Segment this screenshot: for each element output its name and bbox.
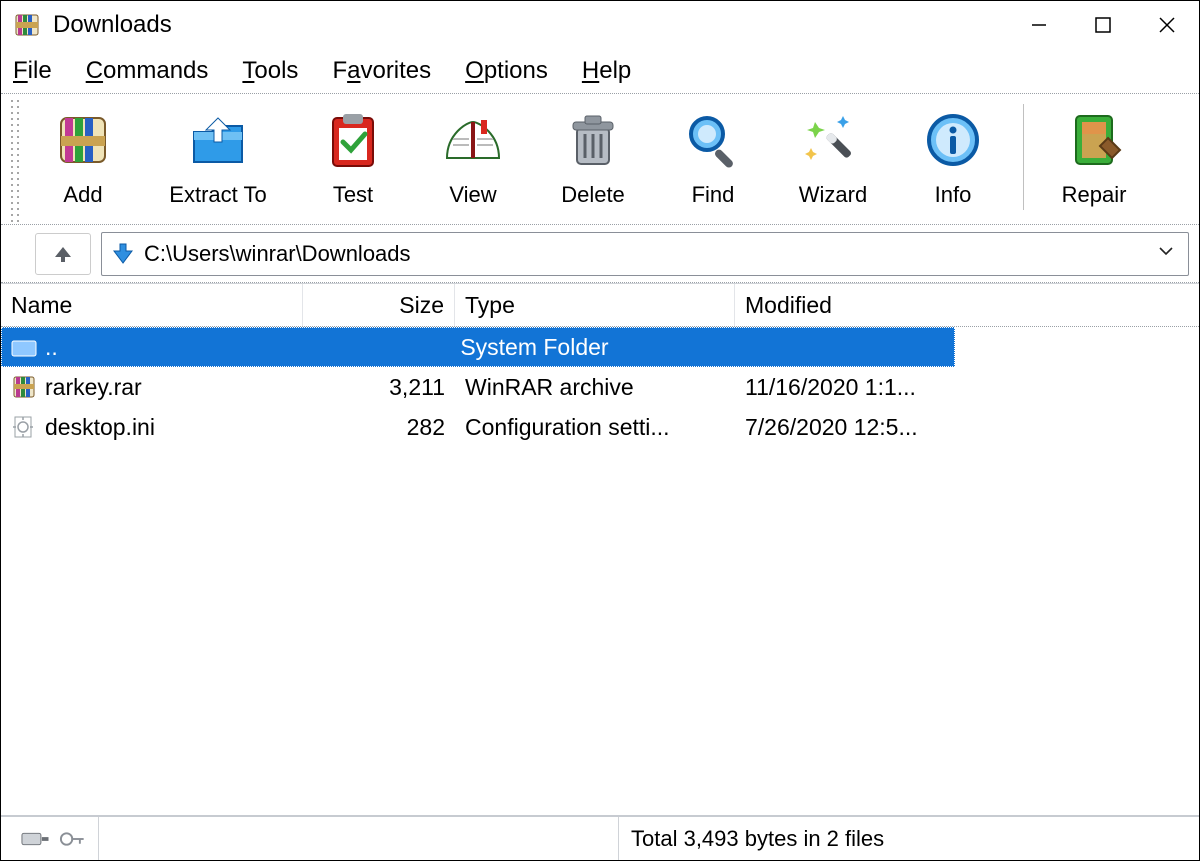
title-bar: Downloads [1,1,1199,49]
toolbar-label: Test [293,182,413,208]
toolbar-separator [1023,104,1024,210]
view-icon [413,102,533,178]
down-arrow-icon [110,241,136,267]
minimize-button[interactable] [1007,1,1071,49]
window-controls [1007,1,1199,49]
disk-icon[interactable] [21,830,49,848]
path-box[interactable]: C:\Users\winrar\Downloads [101,232,1189,276]
file-name: rarkey.rar [45,374,142,401]
winrar-icon [13,11,41,39]
file-name: .. [45,334,58,361]
extract-button[interactable]: Extract To [143,98,293,208]
menu-options[interactable]: Options [465,57,548,85]
chevron-down-icon[interactable] [1152,243,1180,264]
folder-up-icon [11,334,37,360]
file-type: Configuration setti... [455,414,735,441]
close-button[interactable] [1135,1,1199,49]
wizard-icon [773,102,893,178]
status-bar: Total 3,493 bytes in 2 files [1,816,1199,860]
file-type: WinRAR archive [455,374,735,401]
toolbar-label: Extract To [143,182,293,208]
window-title: Downloads [53,11,1007,39]
test-icon [293,102,413,178]
path-text: C:\Users\winrar\Downloads [144,241,411,267]
find-icon [653,102,773,178]
file-modified: 11/16/2020 1:1... [735,374,965,401]
toolbar-label: Find [653,182,773,208]
address-bar: C:\Users\winrar\Downloads [1,225,1199,283]
table-row[interactable]: .. System Folder [1,327,955,367]
toolbar: AddExtract ToTestViewDeleteFindWizardInf… [1,93,1199,225]
column-headers: Name Size Type Modified [1,283,1199,327]
menu-help[interactable]: Help [582,57,631,85]
file-modified: 7/26/2020 12:5... [735,414,965,441]
table-row[interactable]: desktop.ini 282Configuration setti...7/26… [1,407,1199,447]
repair-button[interactable]: Repair [1034,98,1154,208]
file-type: System Folder [450,334,727,361]
menu-file[interactable]: File [13,57,52,85]
delete-icon [533,102,653,178]
menu-bar: File Commands Tools Favorites Options Help [1,49,1199,93]
menu-commands[interactable]: Commands [86,57,209,85]
toolbar-label: Info [893,182,1013,208]
rar-icon [11,374,37,400]
test-button[interactable]: Test [293,98,413,208]
toolbar-label: Wizard [773,182,893,208]
column-header-size[interactable]: Size [303,284,455,326]
view-button[interactable]: View [413,98,533,208]
key-icon[interactable] [59,830,86,848]
add-icon [23,102,143,178]
column-header-name[interactable]: Name [1,284,303,326]
table-row[interactable]: rarkey.rar 3,211WinRAR archive11/16/2020 … [1,367,1199,407]
ini-icon [11,414,37,440]
up-button[interactable] [35,233,91,275]
file-size: 3,211 [303,374,455,401]
info-button[interactable]: Info [893,98,1013,208]
extract-icon [143,102,293,178]
toolbar-label: Repair [1034,182,1154,208]
toolbar-label: Add [23,182,143,208]
file-size: 282 [303,414,455,441]
repair-icon [1034,102,1154,178]
wizard-button[interactable]: Wizard [773,98,893,208]
column-header-type[interactable]: Type [455,284,735,326]
info-icon [893,102,1013,178]
delete-button[interactable]: Delete [533,98,653,208]
file-name: desktop.ini [45,414,155,441]
file-list: .. System Folder rarkey.rar 3,211WinRAR arc… [1,327,1199,816]
status-icons [9,817,99,860]
column-header-modified[interactable]: Modified [735,284,1199,326]
find-button[interactable]: Find [653,98,773,208]
maximize-button[interactable] [1071,1,1135,49]
menu-favorites[interactable]: Favorites [332,57,431,85]
add-button[interactable]: Add [23,98,143,208]
menu-tools[interactable]: Tools [242,57,298,85]
status-total: Total 3,493 bytes in 2 files [619,817,1191,860]
toolbar-label: View [413,182,533,208]
toolbar-grip[interactable] [9,98,19,224]
toolbar-label: Delete [533,182,653,208]
status-pane-left [99,817,619,860]
